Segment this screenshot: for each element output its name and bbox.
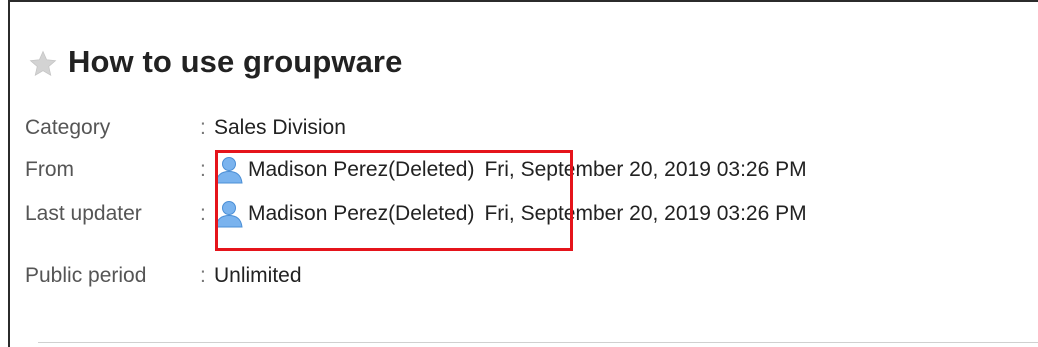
public-period-value: Unlimited <box>214 264 302 287</box>
title-row: How to use groupware <box>28 40 402 84</box>
from-label: From <box>25 158 74 181</box>
page-title: How to use groupware <box>68 44 403 79</box>
star-icon[interactable] <box>28 49 58 79</box>
category-row: Category : Sales Division <box>25 112 346 144</box>
content-frame: How to use groupware Category : Sales Di… <box>8 0 1038 347</box>
divider <box>38 342 1038 343</box>
last-updater-label: Last updater <box>25 202 142 225</box>
public-period-label: Public period <box>25 264 147 287</box>
highlight-box <box>215 150 573 251</box>
category-separator: : <box>200 116 206 139</box>
public-period-row: Public period : Unlimited <box>25 260 302 292</box>
category-label: Category <box>25 116 111 139</box>
public-period-separator: : <box>200 264 206 287</box>
from-separator: : <box>200 158 206 181</box>
last-updater-separator: : <box>200 202 206 225</box>
category-value: Sales Division <box>214 116 346 139</box>
